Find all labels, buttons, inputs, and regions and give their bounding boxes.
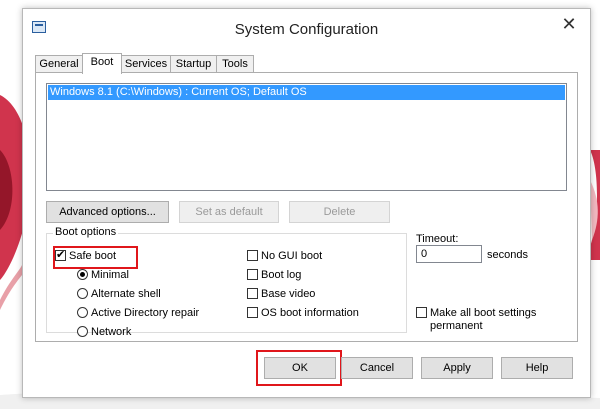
radio-active-directory-repair[interactable]: Active Directory repair [77,306,199,320]
apply-button[interactable]: Apply [421,357,493,379]
os-boot-information-checkbox[interactable]: OS boot information [247,306,359,320]
help-button[interactable]: Help [501,357,573,379]
advanced-options-button[interactable]: Advanced options... [46,201,169,223]
radio-minimal[interactable]: Minimal [77,268,129,282]
boot-log-checkbox[interactable]: Boot log [247,268,301,282]
safe-boot-checkbox[interactable]: Safe boot [55,248,116,263]
checkbox-icon [247,307,258,318]
boot-entry-item[interactable]: Windows 8.1 (C:\Windows) : Current OS; D… [48,85,565,100]
checkbox-icon [247,288,258,299]
set-as-default-button[interactable]: Set as default [179,201,279,223]
close-icon: ✕ [561,14,577,34]
tab-general[interactable]: General [35,55,83,72]
checkbox-icon [416,307,427,318]
checkbox-icon [55,248,66,262]
boot-options-group: Boot options Safe boot Minimal Alternate… [46,226,407,338]
title-bar: System Configuration ✕ [23,9,590,47]
no-gui-boot-checkbox[interactable]: No GUI boot [247,249,322,263]
cancel-button[interactable]: Cancel [341,357,413,379]
timeout-label: Timeout: [416,233,459,245]
window-title: System Configuration [234,21,379,38]
tab-startup[interactable]: Startup [170,55,217,72]
checkbox-icon [247,250,258,261]
base-video-checkbox[interactable]: Base video [247,287,315,301]
ok-button[interactable]: OK [264,357,336,379]
delete-button[interactable]: Delete [289,201,390,223]
make-permanent-label-line2: permanent [430,320,483,332]
boot-entry-list[interactable]: Windows 8.1 (C:\Windows) : Current OS; D… [46,83,567,191]
timeout-input[interactable]: 0 [416,245,482,263]
radio-icon [77,288,88,299]
radio-network[interactable]: Network [77,325,131,339]
make-permanent-checkbox[interactable]: Make all boot settings [416,306,536,320]
radio-icon [77,269,88,280]
timeout-unit-label: seconds [487,249,528,261]
radio-alternate-shell[interactable]: Alternate shell [77,287,161,301]
tab-services[interactable]: Services [121,55,171,72]
close-button[interactable]: ✕ [556,13,582,35]
tab-tools[interactable]: Tools [216,55,254,72]
system-configuration-window: System Configuration ✕ General Boot Serv… [22,8,591,398]
checkbox-icon [247,269,258,280]
boot-options-label: Boot options [53,226,119,238]
radio-icon [77,307,88,318]
boot-tab-panel: Windows 8.1 (C:\Windows) : Current OS; D… [35,72,578,342]
radio-icon [77,326,88,337]
tab-boot[interactable]: Boot [82,53,122,74]
